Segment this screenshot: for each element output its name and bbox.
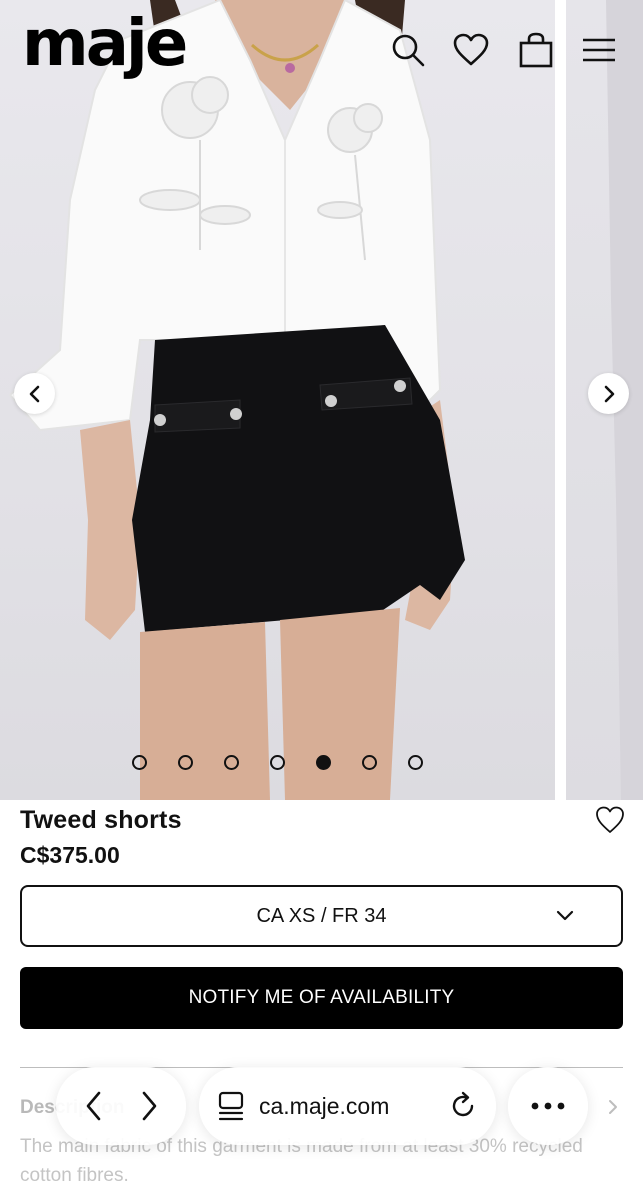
size-select[interactable]: CA XS / FR 34	[20, 885, 623, 947]
wishlist-button[interactable]	[594, 805, 626, 837]
browser-address-bar[interactable]: ca.maje.com	[199, 1067, 496, 1145]
browser-nav-controls	[56, 1067, 186, 1145]
product-price: C$375.00	[20, 842, 120, 868]
carousel-dot[interactable]	[224, 755, 239, 770]
browser-back-button[interactable]	[83, 1090, 105, 1122]
chevron-right-icon	[604, 385, 614, 402]
heart-icon	[596, 806, 624, 833]
heart-icon[interactable]	[449, 28, 493, 72]
product-title: Tweed shorts	[20, 806, 182, 834]
menu-icon[interactable]	[577, 28, 621, 72]
carousel-dot[interactable]	[408, 755, 423, 770]
browser-more-button[interactable]	[508, 1067, 588, 1145]
previous-image-button[interactable]	[14, 373, 55, 414]
chevron-left-icon	[86, 1091, 100, 1121]
product-page: maje Tweed shorts C$375.00 CA XS / FR 34	[0, 0, 643, 1200]
search-icon[interactable]	[386, 28, 430, 72]
carousel-dot[interactable]	[270, 755, 285, 770]
reload-icon[interactable]	[448, 1091, 478, 1121]
product-photo	[0, 0, 555, 800]
more-icon	[531, 1102, 565, 1110]
page-settings-icon[interactable]	[217, 1091, 245, 1121]
brand-logo[interactable]: maje	[22, 12, 188, 76]
gallery-gap	[555, 0, 566, 800]
chevron-down-icon	[556, 910, 574, 921]
model-illustration	[8, 0, 465, 800]
next-image-button[interactable]	[588, 373, 629, 414]
product-gallery[interactable]: maje	[0, 0, 643, 800]
notify-availability-button[interactable]: NOTIFY ME OF AVAILABILITY	[20, 967, 623, 1029]
url-text: ca.maje.com	[259, 1092, 390, 1119]
carousel-dot[interactable]	[178, 755, 193, 770]
carousel-dot[interactable]	[132, 755, 147, 770]
carousel-dot[interactable]	[316, 755, 331, 770]
size-select-value: CA XS / FR 34	[256, 904, 387, 927]
carousel-dot[interactable]	[362, 755, 377, 770]
browser-forward-button[interactable]	[138, 1090, 160, 1122]
bag-icon[interactable]	[514, 28, 558, 72]
chevron-left-icon	[29, 385, 39, 402]
carousel-pagination	[132, 755, 423, 770]
chevron-right-icon	[142, 1091, 156, 1121]
chevron-right-icon[interactable]	[606, 1098, 620, 1116]
